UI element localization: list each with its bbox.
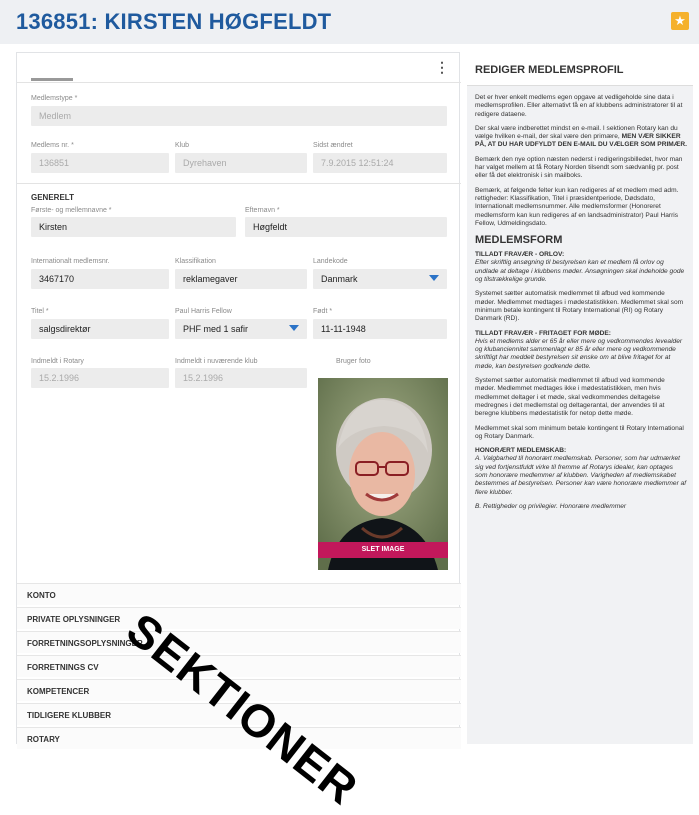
medlemstype-field[interactable]: Medlem	[31, 106, 447, 126]
help-paragraph: B. Rettigheder og privilegier. Honorære …	[475, 502, 627, 510]
phf-select[interactable]: PHF med 1 safir	[175, 319, 307, 339]
help-paragraph: Systemet sætter automatisk medlemmet til…	[475, 290, 684, 323]
photo-label: Bruger foto	[336, 358, 371, 365]
help-paragraph: Efter skriftlig ansøgning til bestyrelse…	[475, 259, 685, 284]
titel-label: Titel *	[31, 308, 49, 315]
accordion-forretningsoplysninger[interactable]: FORRETNINGSOPLYSNINGER	[17, 631, 461, 653]
help-heading-medlemsform: MEDLEMSFORM	[475, 234, 563, 247]
indmeldt-klub-label: Indmeldt i nuværende klub	[175, 358, 258, 365]
phf-value: PHF med 1 safir	[183, 324, 249, 334]
section-divider	[17, 183, 461, 184]
help-paragraph: Medlemmet skal som minimum betale kontin…	[475, 424, 684, 440]
titel-field[interactable]: salgsdirektør	[31, 319, 169, 339]
help-paragraph: Bemærk, at følgende felter kun kan redig…	[475, 186, 679, 227]
member-edit-form: ⋮ Medlemstype * Medlem Medlems nr. * 136…	[16, 52, 461, 749]
indmeldt-rotary-field[interactable]: 15.2.1996	[31, 368, 169, 388]
sidst-aendret-field[interactable]: 7.9.2015 12:51:24	[313, 153, 447, 173]
medlemsnr-label: Medlems nr. *	[31, 142, 74, 149]
accordion-private-oplysninger[interactable]: PRIVATE OPLYSNINGER	[17, 607, 461, 629]
favorite-star-icon[interactable]: ★	[671, 12, 689, 30]
help-paragraph: A. Valgbarhed til honorært medlemskab. P…	[475, 455, 687, 496]
indmeldt-klub-field[interactable]: 15.2.1996	[175, 368, 307, 388]
fodt-field[interactable]: 11-11-1948	[313, 319, 447, 339]
intl-nr-label: Internationalt medlemsnr.	[31, 258, 110, 265]
chevron-down-icon	[429, 275, 439, 281]
sidst-aendret-label: Sidst ændret	[313, 142, 353, 149]
fornavn-field[interactable]: Kirsten	[31, 217, 236, 237]
fornavn-label: Første- og mellemnavne *	[31, 207, 112, 214]
klub-label: Klub	[175, 142, 190, 149]
chevron-down-icon	[289, 325, 299, 331]
help-subheading: HONORÆRT MEDLEMSKAB:	[475, 447, 567, 455]
landekode-label: Landekode	[313, 258, 348, 265]
indmeldt-rotary-label: Indmeldt i Rotary	[31, 358, 84, 365]
intl-nr-field[interactable]: 3467170	[31, 269, 169, 289]
help-paragraph: Systemet sætter automatisk medlemmet til…	[475, 377, 665, 418]
help-subheading: TILLADT FRAVÆR - FRITAGET FOR MØDE:	[475, 329, 612, 337]
help-paragraph: Der skal være indberettet mindst en e-ma…	[475, 125, 687, 150]
landekode-select[interactable]: Danmark	[313, 269, 447, 289]
help-paragraph: Bemærk den nye option næsten nederst i r…	[475, 155, 683, 180]
help-panel-body: Det er hver enkelt medlems egen opgave a…	[475, 94, 687, 517]
medlemstype-label: Medlemstype *	[31, 95, 78, 102]
phf-label: Paul Harris Fellow	[175, 308, 232, 315]
landekode-value: Danmark	[321, 274, 358, 284]
help-paragraph: Det er hver enkelt medlems egen opgave a…	[475, 94, 683, 118]
form-tabstrip: ⋮	[17, 53, 461, 83]
fodt-label: Født *	[313, 308, 333, 315]
accordion-konto[interactable]: KONTO	[17, 583, 461, 605]
top-header-bar: 136851: KIRSTEN HØGFELDT ★	[0, 0, 699, 44]
help-panel-title: REDIGER MEDLEMSPROFIL	[467, 52, 693, 86]
klassifikation-label: Klassifikation	[175, 258, 216, 265]
efternavn-label: Efternavn *	[245, 207, 280, 214]
klub-field[interactable]: Dyrehaven	[175, 153, 307, 173]
help-paragraph: Hvis et medlems alder er 65 år eller mer…	[475, 337, 683, 370]
klassifikation-field[interactable]: reklamegaver	[175, 269, 307, 289]
efternavn-field[interactable]: Høgfeldt	[245, 217, 447, 237]
delete-image-button[interactable]: SLET IMAGE	[318, 542, 448, 558]
more-options-icon[interactable]: ⋮	[435, 59, 449, 76]
section-generelt-title: GENERELT	[31, 193, 74, 202]
help-panel: REDIGER MEDLEMSPROFIL Det er hver enkelt…	[467, 52, 693, 744]
medlemsnr-field[interactable]: 136851	[31, 153, 169, 173]
page-title: 136851: KIRSTEN HØGFELDT	[16, 9, 332, 34]
active-tab-indicator	[31, 78, 73, 81]
